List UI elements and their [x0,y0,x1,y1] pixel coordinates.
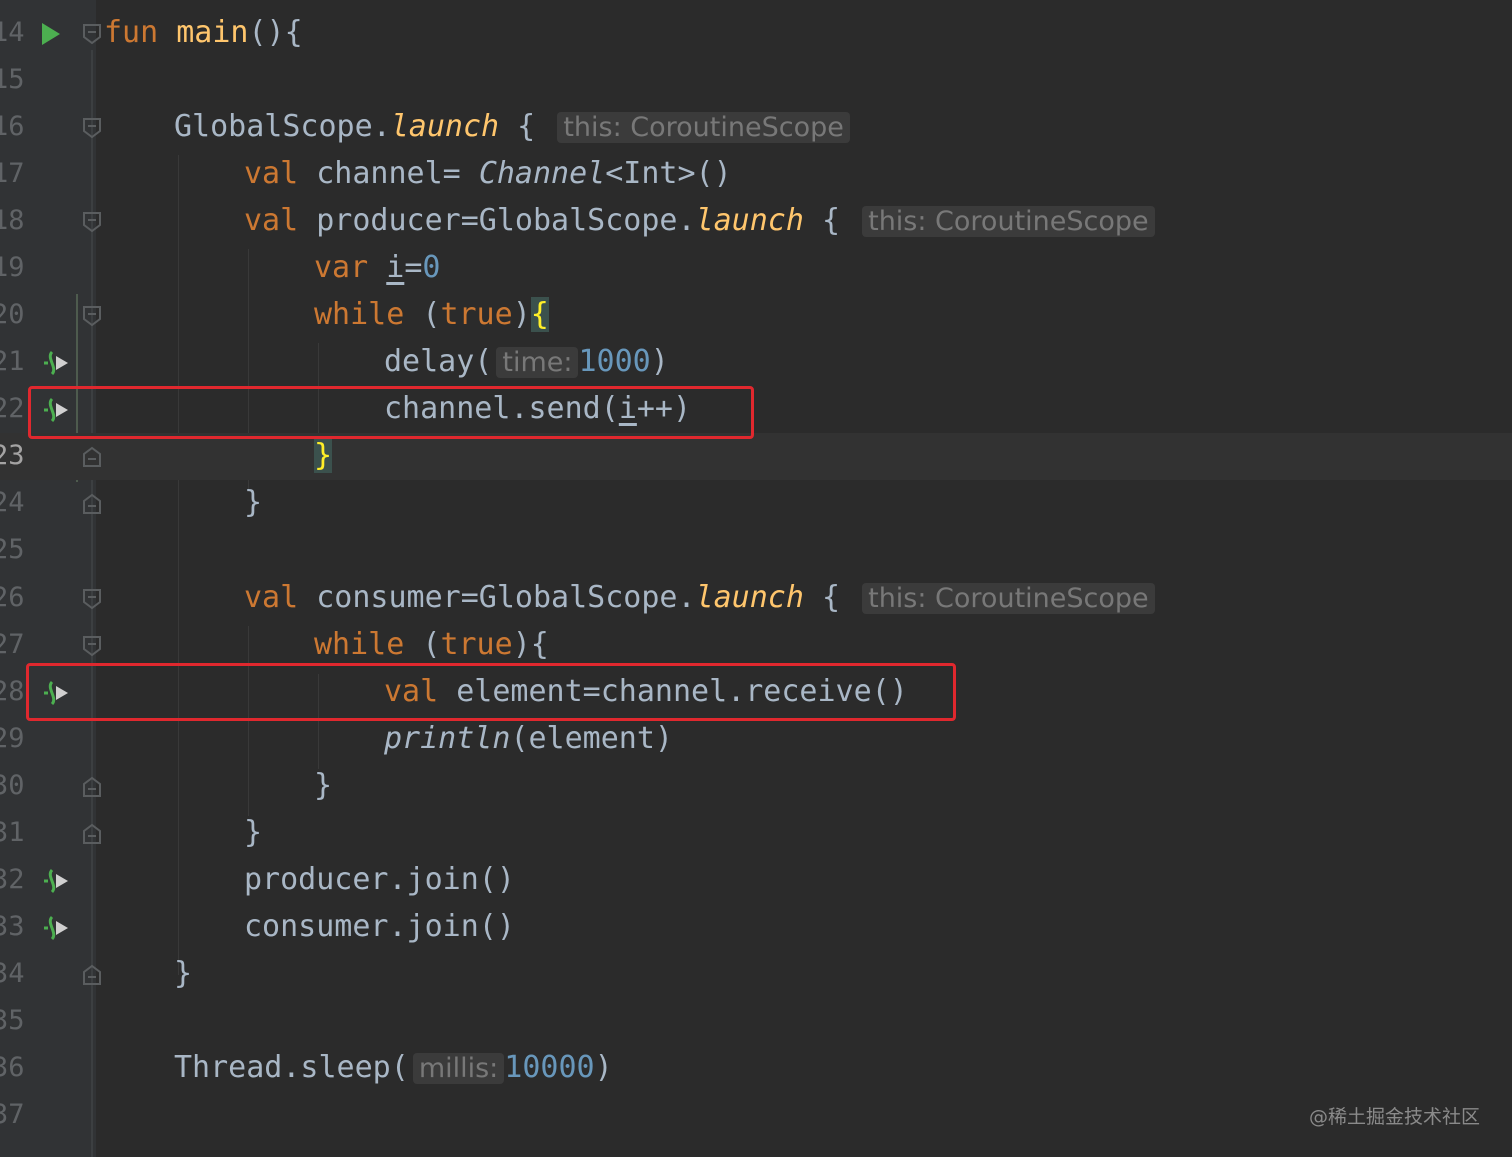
line-number: 31 [0,817,25,848]
code-line-27[interactable]: 27 while (true){ [0,622,1512,669]
fold-marker-icon[interactable] [82,211,102,233]
code-text[interactable]: delay(time: 1000) [384,345,669,380]
code-text[interactable]: fun main(){ [104,16,303,50]
code-line-37[interactable]: 37 [0,1092,1512,1139]
code-text[interactable]: println(element) [384,722,673,756]
code-line-26[interactable]: 26 val consumer=GlobalScope.launch { thi… [0,575,1512,622]
code-text[interactable]: val producer=GlobalScope.launch { this: … [244,204,1159,239]
code-line-18[interactable]: 18 val producer=GlobalScope.launch { thi… [0,198,1512,245]
line-number: 34 [0,958,25,989]
code-text[interactable]: val channel= Channel<Int>() [244,157,732,191]
fold-marker-icon[interactable] [82,23,102,45]
line-number: 19 [0,252,25,283]
fold-marker-icon[interactable] [82,964,102,986]
code-text[interactable]: } [174,957,192,991]
suspend-call-icon[interactable] [38,913,70,943]
line-number: 29 [0,723,25,754]
code-line-24[interactable]: 24 } [0,480,1512,527]
highlight-box-send [28,386,754,439]
line-number: 14 [0,17,25,48]
line-number: 24 [0,487,25,518]
code-text[interactable]: var i=0 [314,251,440,285]
code-line-29[interactable]: 29 println(element) [0,716,1512,763]
code-text[interactable]: Thread.sleep(millis: 10000) [174,1051,613,1086]
code-line-32[interactable]: 32 producer.join() [0,857,1512,904]
line-number: 35 [0,1005,25,1036]
code-line-20[interactable]: 20 while (true){ [0,292,1512,339]
highlight-box-receive [26,663,956,721]
code-line-25[interactable]: 25 [0,527,1512,574]
fold-marker-icon[interactable] [82,117,102,139]
code-text[interactable]: } [244,816,262,850]
code-line-31[interactable]: 31 } [0,810,1512,857]
code-text[interactable]: consumer.join() [244,910,515,944]
line-number: 27 [0,629,25,660]
line-number: 16 [0,111,25,142]
matched-brace: } [314,438,333,473]
line-number: 15 [0,64,25,95]
parameter-hint: time: [496,347,579,378]
line-number: 26 [0,582,25,613]
code-text[interactable]: } [314,438,333,473]
fold-marker-icon[interactable] [82,776,102,798]
fold-marker-icon[interactable] [82,305,102,327]
suspend-call-icon[interactable] [38,348,70,378]
line-number: 36 [0,1052,25,1083]
line-number: 33 [0,911,25,942]
line-number: 37 [0,1099,25,1130]
code-line-34[interactable]: 34 } [0,951,1512,998]
code-text[interactable]: producer.join() [244,863,515,897]
code-text[interactable]: val consumer=GlobalScope.launch { this: … [244,581,1159,616]
fold-marker-icon[interactable] [82,635,102,657]
line-number: 20 [0,299,25,330]
fold-marker-icon[interactable] [82,446,102,468]
code-line-33[interactable]: 33 consumer.join() [0,904,1512,951]
code-line-21[interactable]: 21 delay(time: 1000) [0,339,1512,386]
code-text[interactable]: while (true){ [314,297,549,332]
line-number: 21 [0,346,25,377]
line-number: 17 [0,158,25,189]
fold-marker-icon[interactable] [82,493,102,515]
code-line-15[interactable]: 15 [0,57,1512,104]
code-line-19[interactable]: 19 var i=0 [0,245,1512,292]
code-text[interactable]: } [314,769,332,803]
parameter-hint: this: CoroutineScope [557,112,850,143]
parameter-hint: this: CoroutineScope [862,206,1155,237]
line-number: 25 [0,534,25,565]
code-text[interactable]: while (true){ [314,628,549,662]
code-line-35[interactable]: 35 [0,998,1512,1045]
code-text[interactable]: GlobalScope.launch { this: CoroutineScop… [174,110,854,145]
run-arrow-icon[interactable] [38,19,70,49]
line-number: 23 [0,440,25,471]
watermark: @稀土掘金技术社区 [1308,1106,1480,1128]
line-number: 32 [0,864,25,895]
code-line-23-current[interactable]: 23 } [0,433,1512,480]
suspend-call-icon[interactable] [38,866,70,896]
line-number: 30 [0,770,25,801]
code-line-30[interactable]: 30 } [0,763,1512,810]
parameter-hint: millis: [412,1053,505,1084]
parameter-hint: this: CoroutineScope [862,583,1155,614]
code-text[interactable]: } [244,486,262,520]
fold-marker-icon[interactable] [82,588,102,610]
fold-marker-icon[interactable] [82,823,102,845]
code-line-14[interactable]: 14 fun main(){ [0,10,1512,57]
code-line-17[interactable]: 17 val channel= Channel<Int>() [0,151,1512,198]
matched-brace: { [530,297,549,332]
code-line-36[interactable]: 36 Thread.sleep(millis: 10000) [0,1045,1512,1092]
line-number: 18 [0,205,25,236]
code-line-16[interactable]: 16 GlobalScope.launch { this: CoroutineS… [0,104,1512,151]
